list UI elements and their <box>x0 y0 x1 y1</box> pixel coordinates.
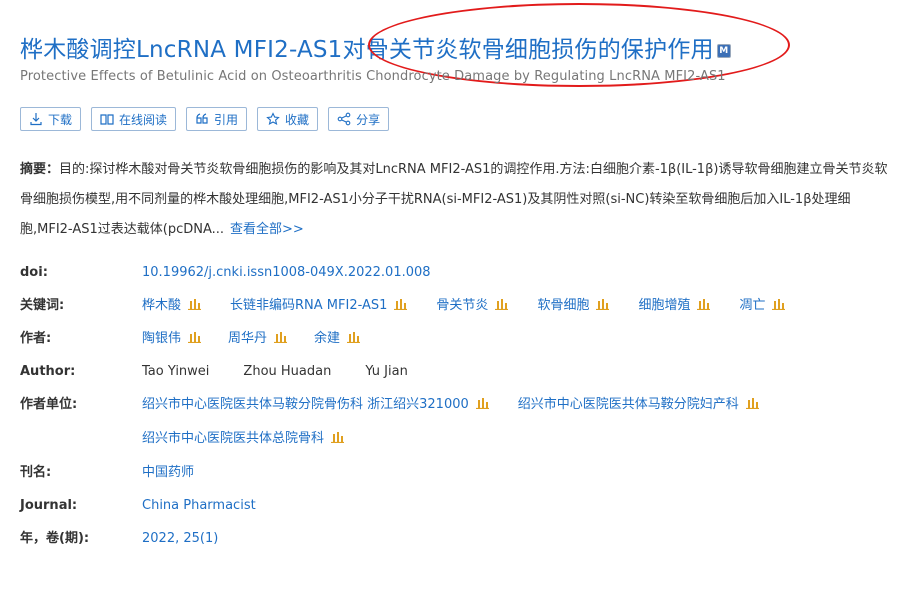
favorite-label: 收藏 <box>285 112 310 127</box>
doi-label: doi: <box>20 265 48 280</box>
author-link[interactable]: 陶银伟 <box>142 328 181 350</box>
affiliation-link[interactable]: 绍兴市中心医院医共体马鞍分院妇产科 <box>518 394 739 416</box>
journal-cn-row: 刊名: 中国药师 <box>20 462 892 495</box>
author-item[interactable]: 余建 <box>314 328 361 350</box>
title-row: 桦木酸调控LncRNA MFI2-AS1对骨关节炎软骨细胞损伤的保护作用 M <box>20 30 731 64</box>
bar-chart-icon[interactable] <box>330 431 345 443</box>
year-volume-row: 年，卷(期): 2022, 25(1) <box>20 528 892 561</box>
book-icon <box>100 112 114 126</box>
bar-chart-icon[interactable] <box>771 298 786 310</box>
star-icon <box>266 112 280 126</box>
keywords-row: 关键词: 桦木酸 长链非编码RNA MFI2-AS1 骨关节炎 软骨细胞 细胞增… <box>20 295 892 328</box>
keyword-link[interactable]: 凋亡 <box>739 295 765 317</box>
author-en-name: Yu Jian <box>365 364 408 379</box>
bar-chart-icon[interactable] <box>595 298 610 310</box>
bar-chart-icon[interactable] <box>475 397 490 409</box>
bar-chart-icon[interactable] <box>187 331 202 343</box>
article-subtitle: Protective Effects of Betulinic Acid on … <box>20 69 726 84</box>
mobile-read-icon[interactable]: M <box>716 44 731 58</box>
affiliation-item[interactable]: 绍兴市中心医院医共体马鞍分院妇产科 <box>518 394 760 416</box>
authors-label: 作者: <box>20 331 52 346</box>
bar-chart-icon[interactable] <box>745 397 760 409</box>
author-item[interactable]: 周华丹 <box>228 328 288 350</box>
affiliations-label: 作者单位: <box>20 397 78 412</box>
doi-link[interactable]: 10.19962/j.cnki.issn1008-049X.2022.01.00… <box>142 262 431 284</box>
abstract-label: 摘要： <box>20 162 60 177</box>
article-title: 桦木酸调控LncRNA MFI2-AS1对骨关节炎软骨细胞损伤的保护作用 <box>20 37 714 63</box>
year-volume-link[interactable]: 2022, 25(1) <box>142 528 218 550</box>
quote-icon <box>195 112 209 126</box>
share-label: 分享 <box>356 112 381 127</box>
keywords-label: 关键词: <box>20 298 65 313</box>
keyword-link[interactable]: 细胞增殖 <box>638 295 690 317</box>
author-en-name: Tao Yinwei <box>142 364 210 379</box>
authors-row: 作者: 陶银伟 周华丹 余建 <box>20 328 892 361</box>
cite-button[interactable]: 引用 <box>186 107 248 131</box>
view-all-link[interactable]: 查看全部>> <box>230 222 304 237</box>
keyword-item[interactable]: 骨关节炎 <box>436 295 509 317</box>
abstract: 摘要：目的:探讨桦木酸对骨关节炎软骨细胞损伤的影响及其对LncRNA MFI2-… <box>20 155 892 245</box>
cite-label: 引用 <box>214 112 239 127</box>
affiliation-item[interactable]: 绍兴市中心医院医共体马鞍分院骨伤科 浙江绍兴321000 <box>142 394 490 416</box>
metadata-list: doi: 10.19962/j.cnki.issn1008-049X.2022.… <box>20 262 892 561</box>
action-bar: 下载 在线阅读 引用 收藏 分享 <box>20 107 390 131</box>
keyword-link[interactable]: 骨关节炎 <box>436 295 488 317</box>
bar-chart-icon[interactable] <box>494 298 509 310</box>
author-item[interactable]: 陶银伟 <box>142 328 202 350</box>
bar-chart-icon[interactable] <box>273 331 288 343</box>
author-link[interactable]: 余建 <box>314 328 340 350</box>
read-online-label: 在线阅读 <box>119 112 168 127</box>
year-volume-label: 年，卷(期): <box>20 531 90 546</box>
doi-row: doi: 10.19962/j.cnki.issn1008-049X.2022.… <box>20 262 892 295</box>
bar-chart-icon[interactable] <box>346 331 361 343</box>
read-online-button[interactable]: 在线阅读 <box>91 107 177 131</box>
keyword-item[interactable]: 长链非编码RNA MFI2-AS1 <box>230 295 408 317</box>
keyword-item[interactable]: 细胞增殖 <box>638 295 711 317</box>
author-link[interactable]: 周华丹 <box>228 328 267 350</box>
keyword-link[interactable]: 桦木酸 <box>142 295 181 317</box>
download-label: 下载 <box>48 112 73 127</box>
journal-cn-label: 刊名: <box>20 465 52 480</box>
journal-en-label: Journal: <box>20 498 78 513</box>
affiliation-link[interactable]: 绍兴市中心医院医共体马鞍分院骨伤科 浙江绍兴321000 <box>142 394 469 416</box>
keyword-link[interactable]: 长链非编码RNA MFI2-AS1 <box>230 295 387 317</box>
authors-en-row: Author: Tao Yinwei Zhou Huadan Yu Jian <box>20 361 892 394</box>
favorite-button[interactable]: 收藏 <box>257 107 319 131</box>
affiliation-item[interactable]: 绍兴市中心医院医共体总院骨科 <box>142 428 345 450</box>
download-button[interactable]: 下载 <box>20 107 82 131</box>
bar-chart-icon[interactable] <box>187 298 202 310</box>
keyword-link[interactable]: 软骨细胞 <box>537 295 589 317</box>
journal-en-link[interactable]: China Pharmacist <box>142 495 256 517</box>
bar-chart-icon[interactable] <box>696 298 711 310</box>
download-icon <box>29 112 43 126</box>
author-en-label: Author: <box>20 364 76 379</box>
keyword-item[interactable]: 凋亡 <box>739 295 786 317</box>
bar-chart-icon[interactable] <box>393 298 408 310</box>
journal-cn-link[interactable]: 中国药师 <box>142 462 194 484</box>
author-en-name: Zhou Huadan <box>243 364 332 379</box>
affiliation-link[interactable]: 绍兴市中心医院医共体总院骨科 <box>142 428 324 450</box>
share-icon <box>337 112 351 126</box>
share-button[interactable]: 分享 <box>328 107 390 131</box>
keyword-item[interactable]: 桦木酸 <box>142 295 202 317</box>
keyword-item[interactable]: 软骨细胞 <box>537 295 610 317</box>
journal-en-row: Journal: China Pharmacist <box>20 495 892 528</box>
abstract-text: 目的:探讨桦木酸对骨关节炎软骨细胞损伤的影响及其对LncRNA MFI2-AS1… <box>20 162 888 237</box>
affiliations-row: 作者单位: 绍兴市中心医院医共体马鞍分院骨伤科 浙江绍兴321000 绍兴市中心… <box>20 394 892 462</box>
